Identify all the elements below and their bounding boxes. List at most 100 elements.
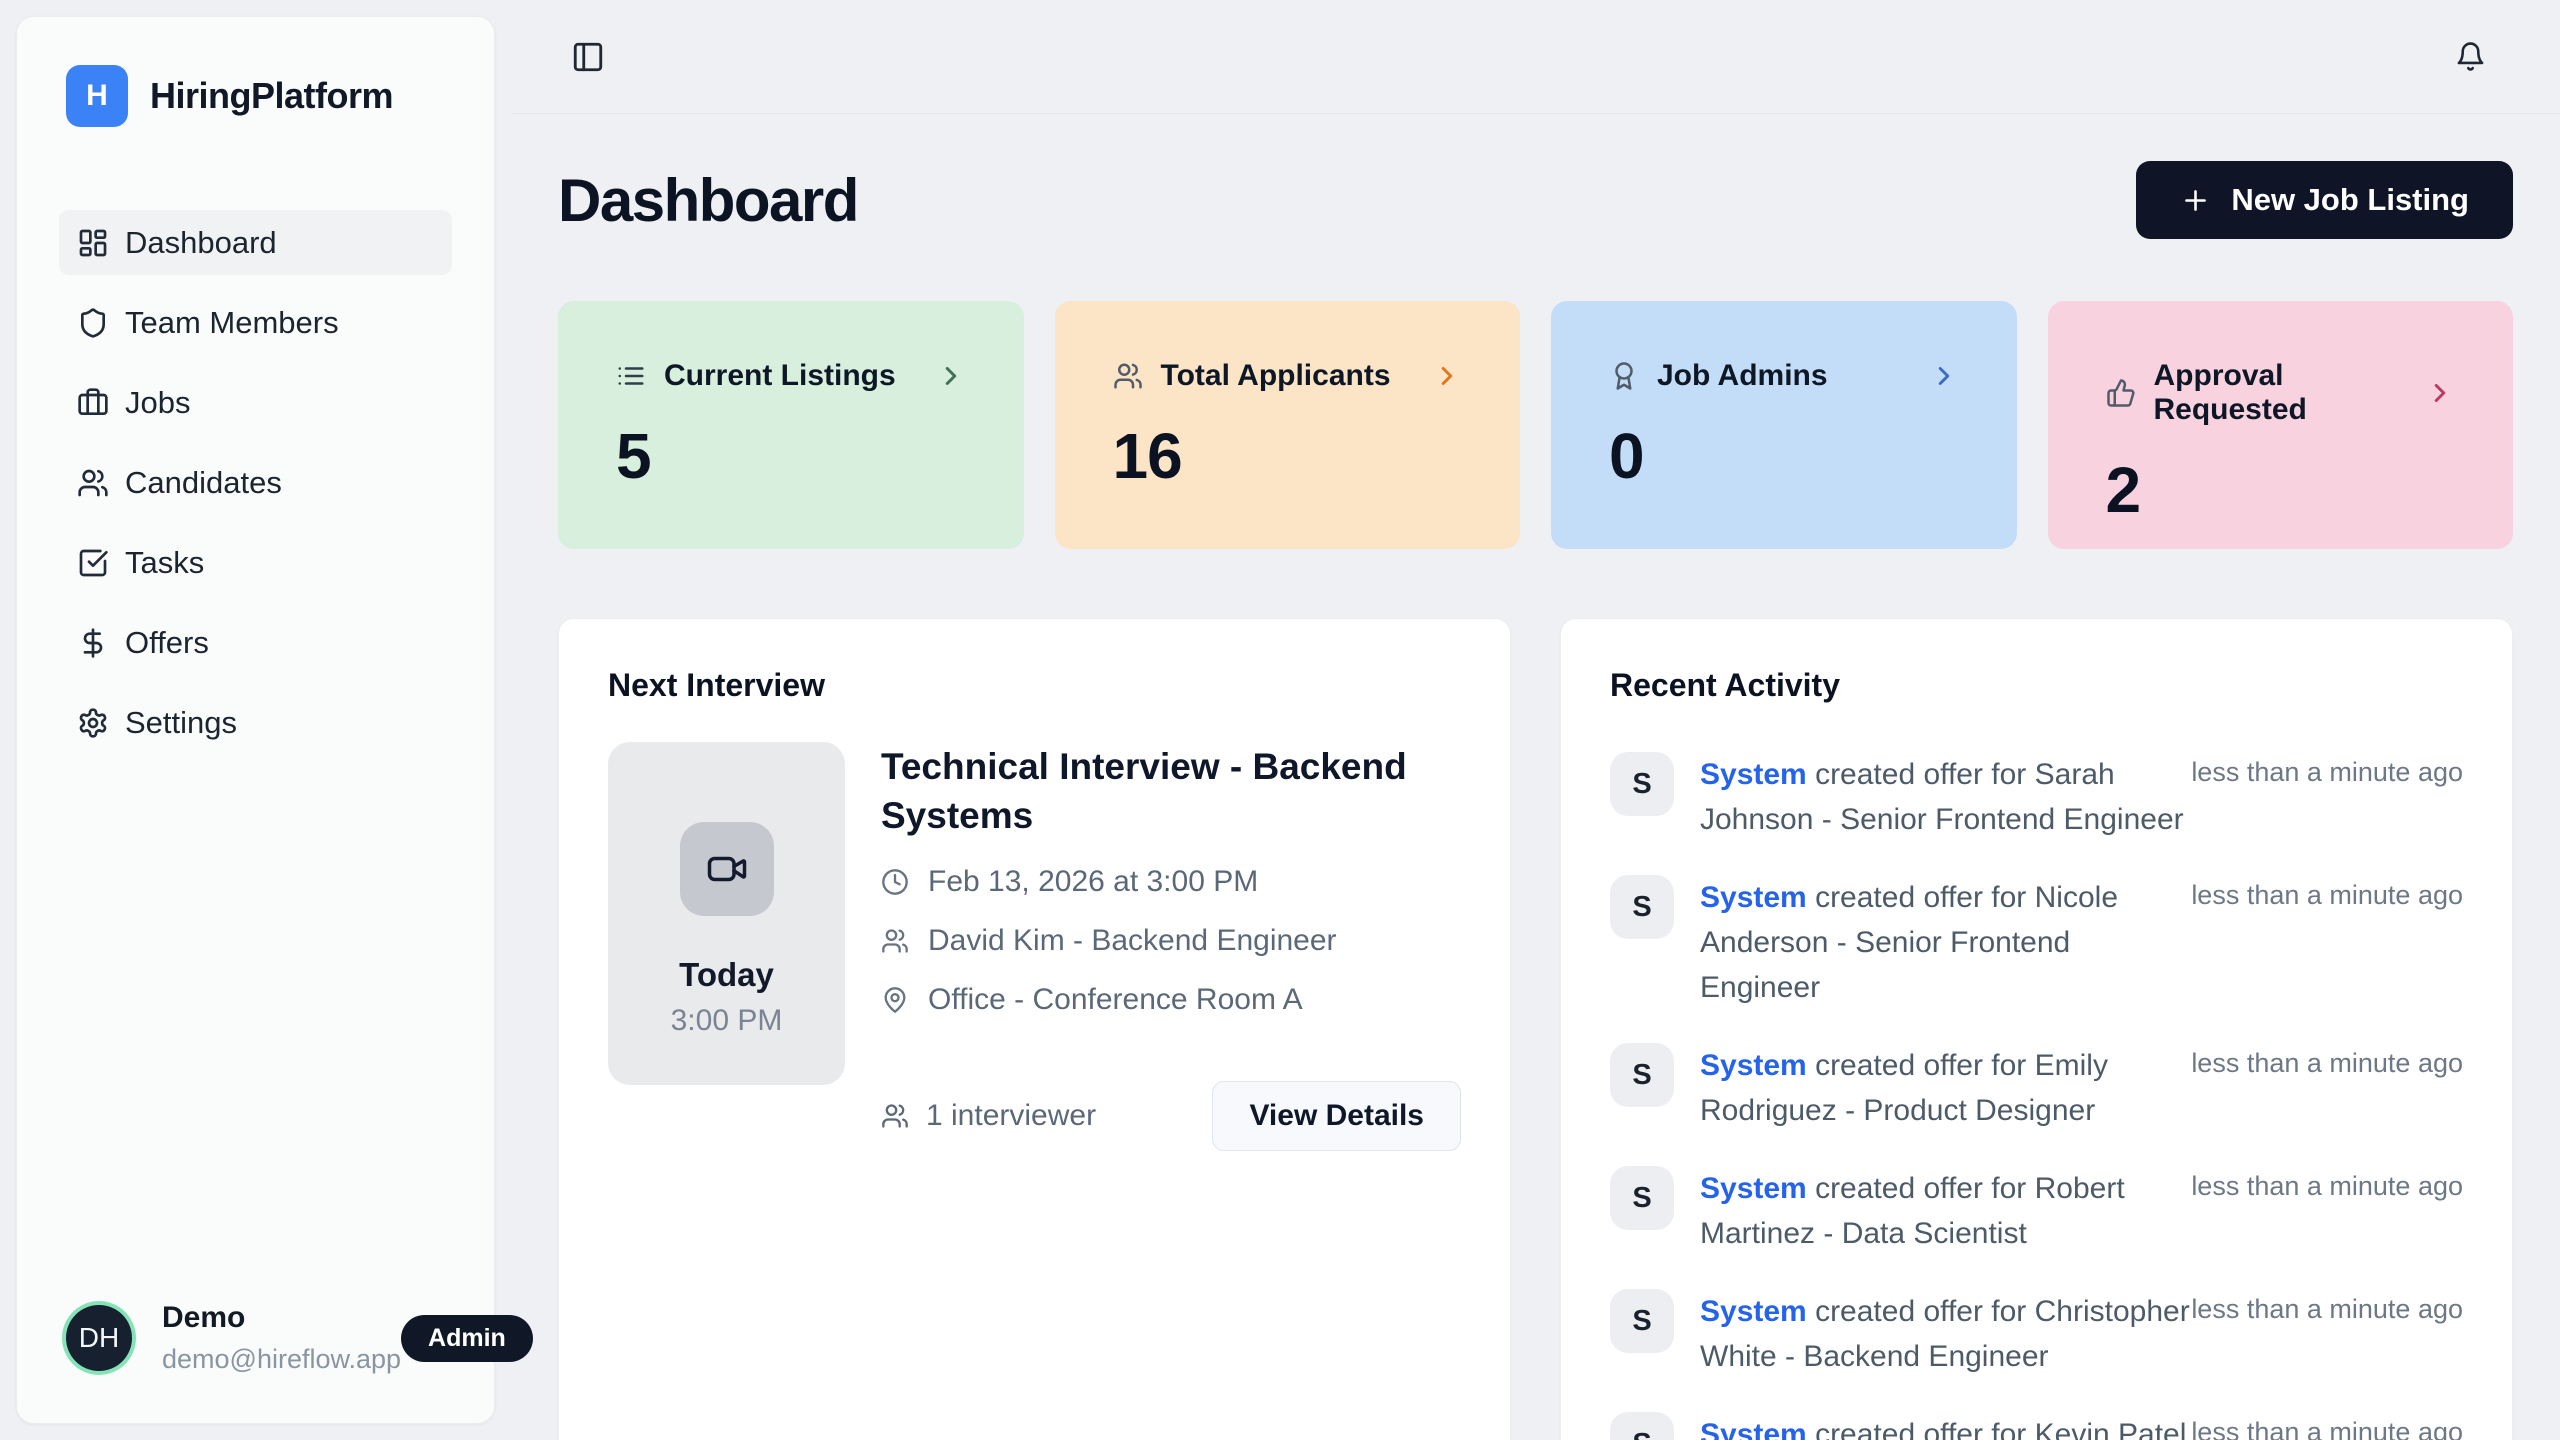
dollar-icon — [77, 627, 109, 659]
sidebar-nav: Dashboard Team Members Jobs Candidates T… — [59, 210, 452, 755]
topbar — [511, 0, 2560, 114]
activity-timestamp: less than a minute ago — [2191, 1289, 2463, 1325]
sidebar-item-dashboard[interactable]: Dashboard — [59, 210, 452, 275]
sidebar-item-tasks[interactable]: Tasks — [59, 530, 452, 595]
activity-item: S System created offer for Christopher W… — [1610, 1289, 2463, 1379]
activity-item: S System created offer for Emily Rodrigu… — [1610, 1043, 2463, 1133]
interview-location: Office - Conference Room A — [928, 983, 1303, 1017]
activity-timestamp: less than a minute ago — [2191, 875, 2463, 911]
sidebar-item-jobs[interactable]: Jobs — [59, 370, 452, 435]
sidebar-item-label: Settings — [125, 705, 237, 741]
interview-person-row: David Kim - Backend Engineer — [881, 924, 1461, 958]
users-icon — [1113, 361, 1143, 391]
interview-day: Today — [679, 956, 774, 994]
chevron-right-icon[interactable] — [936, 361, 966, 391]
activity-timestamp: less than a minute ago — [2191, 1043, 2463, 1079]
content: Dashboard New Job Listing Current Listin… — [511, 161, 2560, 1440]
stat-label: Total Applicants — [1161, 359, 1391, 393]
activity-actor-link[interactable]: System — [1700, 881, 1807, 914]
page-title: Dashboard — [558, 166, 858, 235]
activity-timestamp: less than a minute ago — [2191, 752, 2463, 788]
activity-item: S System created offer for Kevin Patel -… — [1610, 1412, 2463, 1440]
next-interview-card: Next Interview Today 3:00 PM Technical I… — [558, 618, 1511, 1440]
stat-label: Approval Requested — [2154, 359, 2408, 427]
check-square-icon — [77, 547, 109, 579]
activity-item: S System created offer for Nicole Anders… — [1610, 875, 2463, 1010]
map-pin-icon — [881, 986, 909, 1014]
users-icon — [881, 1102, 909, 1130]
stat-value: 16 — [1113, 419, 1463, 493]
user-profile[interactable]: DH Demo demo@hireflow.app Admin — [66, 1301, 454, 1375]
shield-icon — [77, 307, 109, 339]
sidebar-item-label: Tasks — [125, 545, 204, 581]
interview-day-panel: Today 3:00 PM — [608, 742, 845, 1085]
thumbs-up-icon — [2106, 378, 2136, 408]
activity-avatar: S — [1610, 1043, 1674, 1107]
activity-actor-link[interactable]: System — [1700, 758, 1807, 791]
chevron-right-icon[interactable] — [1432, 361, 1462, 391]
stat-value: 0 — [1609, 419, 1959, 493]
interview-datetime: Feb 13, 2026 at 3:00 PM — [928, 865, 1258, 899]
panel-left-icon — [571, 40, 605, 74]
recent-activity-card: Recent Activity S System created offer f… — [1560, 618, 2513, 1440]
activity-avatar: S — [1610, 1289, 1674, 1353]
video-icon — [680, 822, 774, 916]
interview-time: 3:00 PM — [671, 1004, 783, 1038]
award-icon — [1609, 361, 1639, 391]
stat-value: 5 — [616, 419, 966, 493]
list-icon — [616, 361, 646, 391]
activity-item: S System created offer for Robert Martin… — [1610, 1166, 2463, 1256]
notifications-button[interactable] — [2455, 41, 2486, 72]
activity-timestamp: less than a minute ago — [2191, 1166, 2463, 1202]
sidebar-item-offers[interactable]: Offers — [59, 610, 452, 675]
sidebar-item-settings[interactable]: Settings — [59, 690, 452, 755]
activity-avatar: S — [1610, 1412, 1674, 1440]
app-title: HiringPlatform — [150, 75, 393, 117]
activity-avatar: S — [1610, 875, 1674, 939]
sidebar-item-label: Offers — [125, 625, 209, 661]
chevron-right-icon[interactable] — [2425, 378, 2455, 408]
sidebar-item-candidates[interactable]: Candidates — [59, 450, 452, 515]
stat-card-total-applicants[interactable]: Total Applicants 16 — [1055, 301, 1521, 549]
stat-card-current-listings[interactable]: Current Listings 5 — [558, 301, 1024, 549]
sidebar-item-team-members[interactable]: Team Members — [59, 290, 452, 355]
users-icon — [881, 927, 909, 955]
app-logo-icon: H — [66, 65, 128, 127]
activity-avatar: S — [1610, 752, 1674, 816]
stat-card-approval-requested[interactable]: Approval Requested 2 — [2048, 301, 2514, 549]
user-email: demo@hireflow.app — [162, 1344, 401, 1375]
new-job-listing-button[interactable]: New Job Listing — [2136, 161, 2513, 239]
activity-avatar: S — [1610, 1166, 1674, 1230]
activity-actor-link[interactable]: System — [1700, 1049, 1807, 1082]
next-interview-title: Next Interview — [608, 667, 1461, 704]
sidebar-item-label: Jobs — [125, 385, 190, 421]
activity-actor-link[interactable]: System — [1700, 1295, 1807, 1328]
stat-label: Current Listings — [664, 359, 896, 393]
main-area: Dashboard New Job Listing Current Listin… — [511, 0, 2560, 1440]
activity-actor-link[interactable]: System — [1700, 1172, 1807, 1205]
activity-actor-link[interactable]: System — [1700, 1418, 1807, 1440]
stat-label: Job Admins — [1657, 359, 1828, 393]
briefcase-icon — [77, 387, 109, 419]
interview-location-row: Office - Conference Room A — [881, 983, 1461, 1017]
sidebar: H HiringPlatform Dashboard Team Members … — [16, 16, 495, 1424]
user-name: Demo — [162, 1301, 401, 1335]
activity-item: S System created offer for Sarah Johnson… — [1610, 752, 2463, 842]
chevron-right-icon[interactable] — [1929, 361, 1959, 391]
new-job-listing-label: New Job Listing — [2231, 182, 2469, 218]
plus-icon — [2180, 185, 2211, 216]
view-details-button[interactable]: View Details — [1212, 1081, 1461, 1151]
sidebar-item-label: Team Members — [125, 305, 339, 341]
sidebar-toggle-button[interactable] — [571, 40, 605, 74]
bell-icon — [2455, 41, 2486, 72]
sidebar-item-label: Dashboard — [125, 225, 277, 261]
stat-card-job-admins[interactable]: Job Admins 0 — [1551, 301, 2017, 549]
interviewer-count: 1 interviewer — [881, 1099, 1096, 1133]
app-logo: H HiringPlatform — [59, 65, 452, 127]
stat-value: 2 — [2106, 453, 2456, 527]
users-icon — [77, 467, 109, 499]
avatar: DH — [66, 1305, 132, 1371]
sidebar-item-label: Candidates — [125, 465, 282, 501]
stat-cards: Current Listings 5 Total Applicants — [558, 301, 2513, 549]
activity-list: S System created offer for Sarah Johnson… — [1610, 752, 2463, 1440]
